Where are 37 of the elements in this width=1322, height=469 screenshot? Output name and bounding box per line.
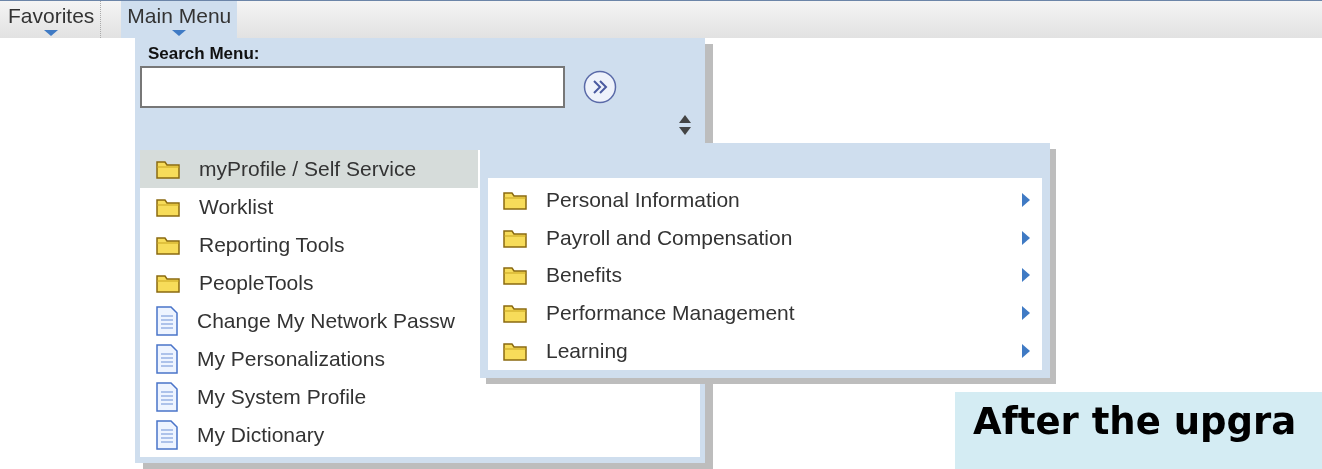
menu-tab[interactable]: Main Menu <box>121 1 238 38</box>
callout-text: After the upgra <box>973 400 1297 443</box>
folder-icon <box>502 264 528 287</box>
sort-icon[interactable] <box>678 114 692 136</box>
folder-icon <box>155 272 181 294</box>
folder-icon <box>502 340 528 363</box>
document-icon <box>155 306 179 336</box>
menu-item[interactable]: My Dictionary <box>140 416 329 454</box>
menu-tab[interactable]: Favorites <box>2 1 102 38</box>
arrow-right-icon <box>1022 306 1030 321</box>
search-field[interactable] <box>140 66 565 108</box>
submenu-item[interactable]: Learning <box>488 332 1042 370</box>
menu-item[interactable]: PeopleTools <box>140 264 318 302</box>
menu-item[interactable]: Change My Network Passw <box>140 302 459 340</box>
arrow-right-icon <box>1022 230 1030 245</box>
menu-item[interactable]: Worklist <box>140 188 278 226</box>
document-icon <box>155 344 179 374</box>
menu-item[interactable]: My Personalizations <box>140 340 389 378</box>
submenu-item[interactable]: Benefits <box>488 256 1042 295</box>
folder-icon <box>155 196 181 218</box>
folder-icon <box>155 234 181 256</box>
document-icon <box>155 382 179 412</box>
menu-item[interactable]: Reporting Tools <box>140 226 349 264</box>
search-label: Search Menu: <box>148 44 261 64</box>
folder-icon <box>155 158 181 180</box>
arrow-right-icon <box>1022 344 1030 359</box>
submenu-item[interactable]: Payroll and Compensation <box>488 218 1042 257</box>
folder-icon <box>502 302 528 325</box>
arrow-right-icon <box>1022 192 1030 207</box>
menu-item[interactable]: My System Profile <box>140 378 371 416</box>
submenu-item[interactable]: Personal Information <box>488 181 1042 219</box>
caret-icon <box>44 30 59 36</box>
arrow-right-icon <box>1022 268 1030 283</box>
go-button[interactable] <box>583 70 617 104</box>
menu-item[interactable]: myProfile / Self Service <box>140 150 478 188</box>
document-icon <box>155 420 179 450</box>
submenu-item[interactable]: Performance Management <box>488 294 1042 333</box>
